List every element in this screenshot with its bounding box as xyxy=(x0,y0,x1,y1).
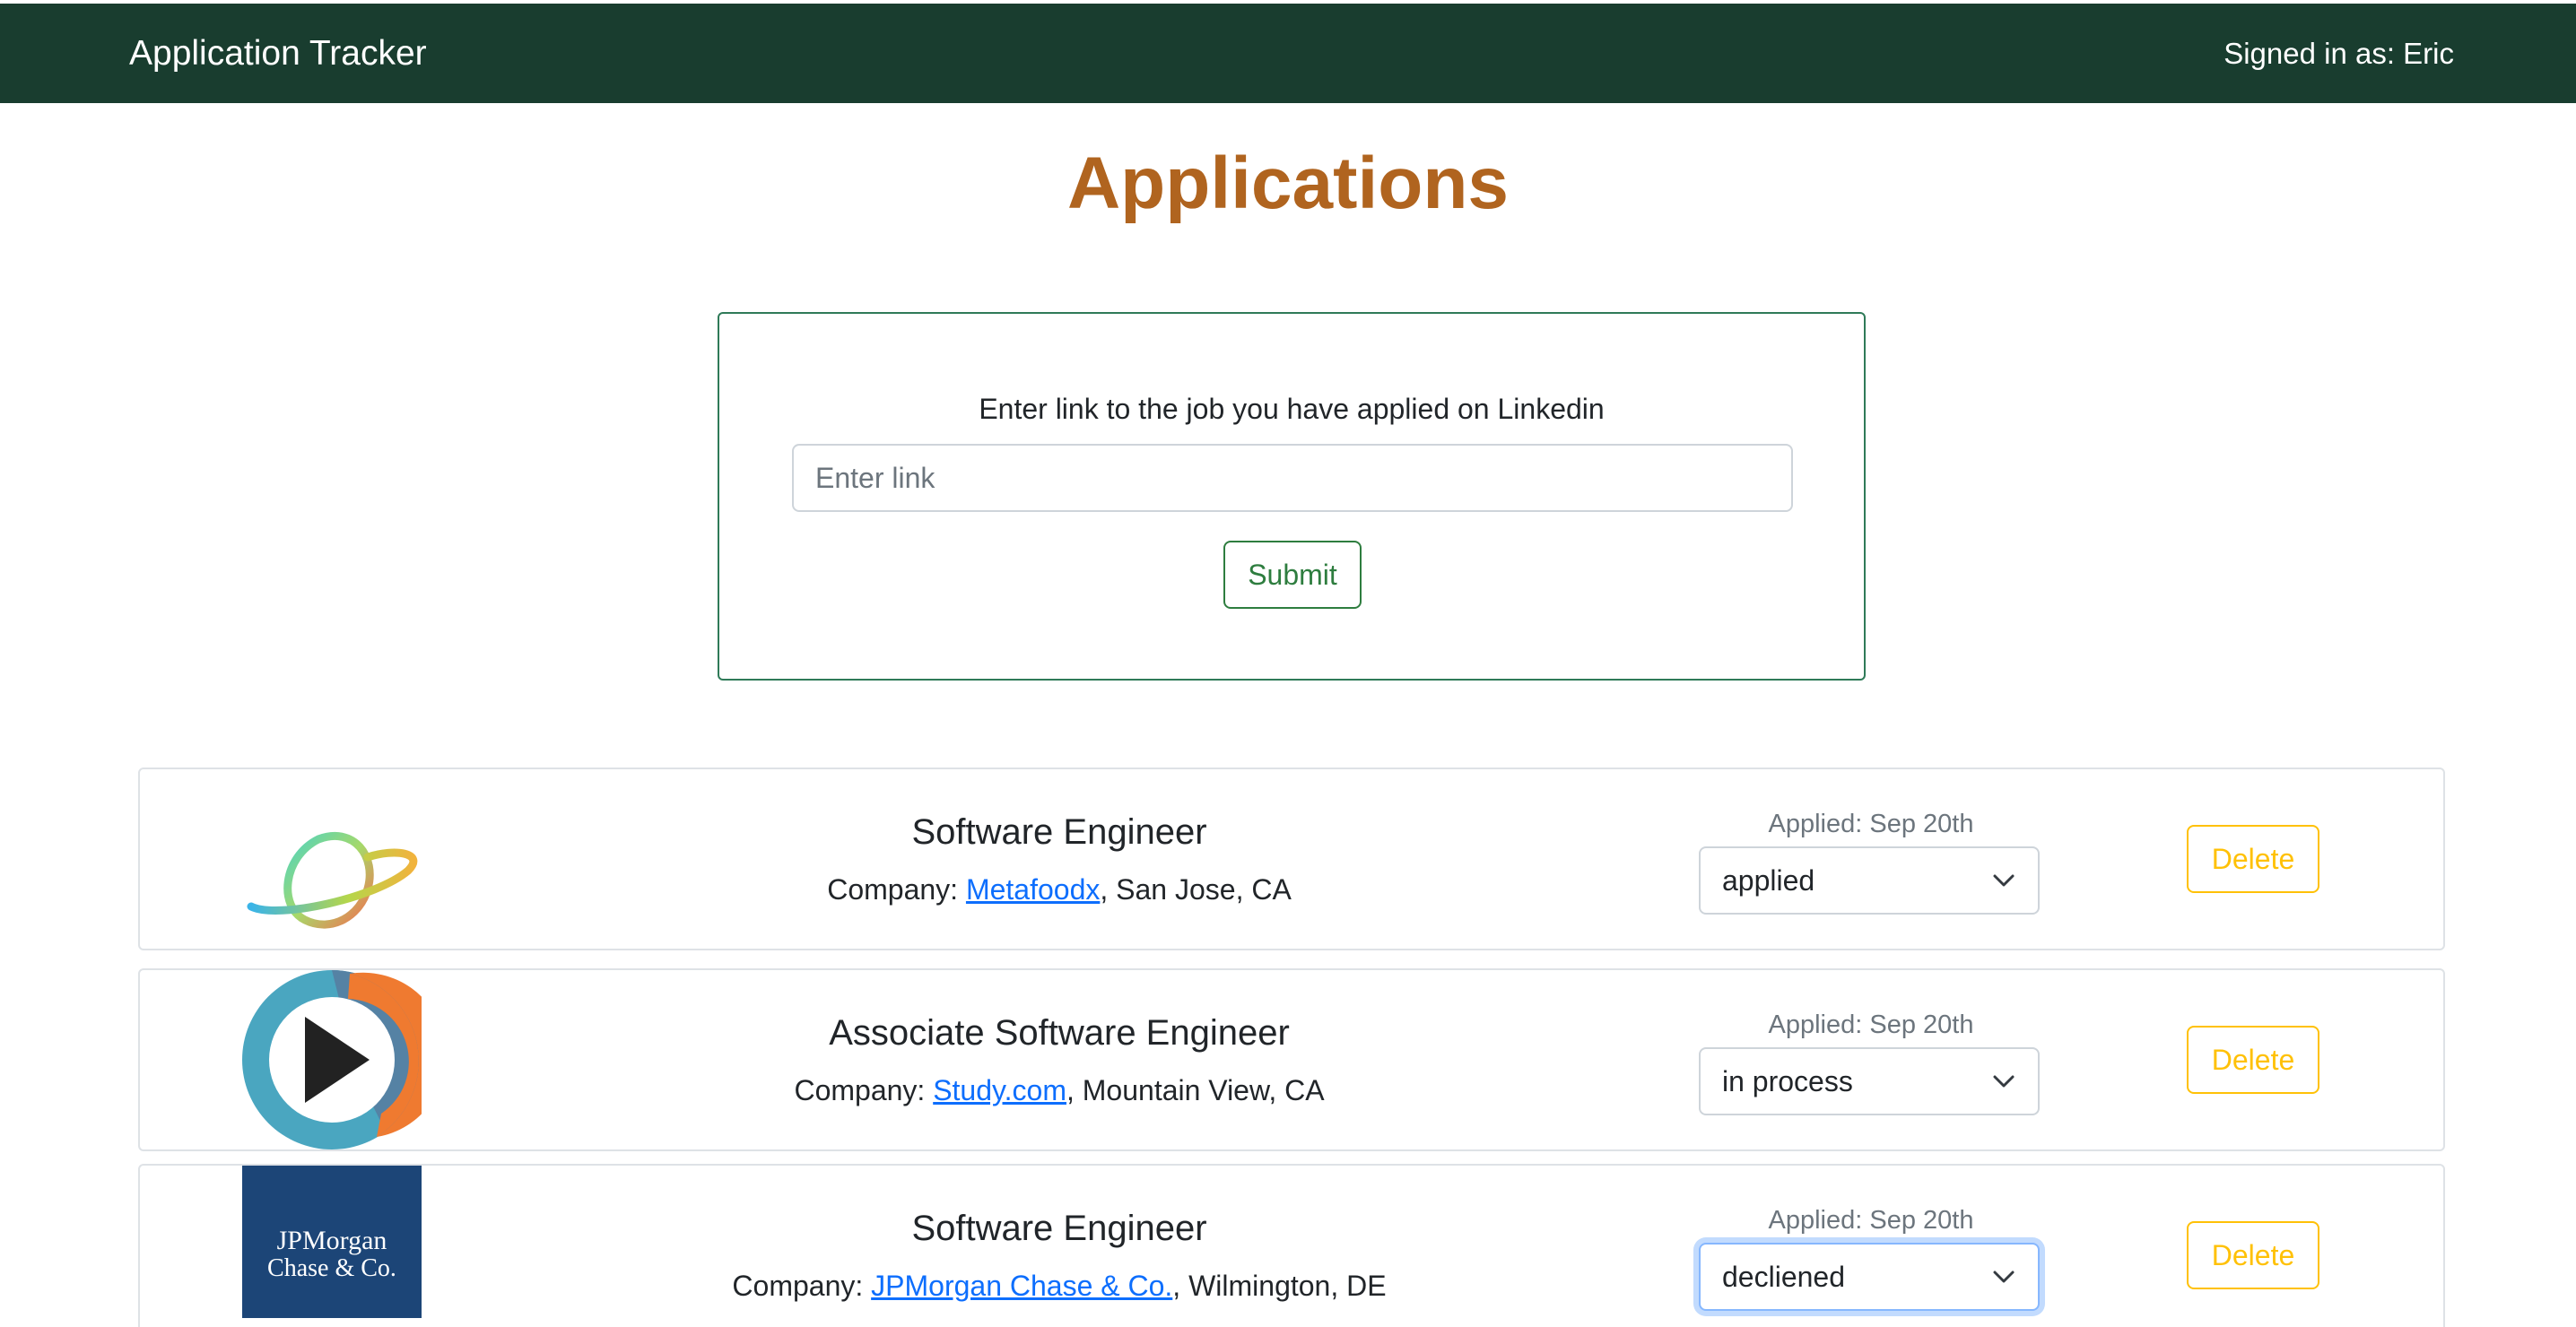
company-location: , San Jose, CA xyxy=(1100,873,1292,906)
company-line: Company: JPMorgan Chase & Co., Wilmingto… xyxy=(678,1268,1440,1304)
brand-link[interactable]: Application Tracker xyxy=(129,4,427,103)
company-location: , Mountain View, CA xyxy=(1066,1074,1325,1106)
company-link[interactable]: JPMorgan Chase & Co. xyxy=(871,1270,1172,1302)
logo-text-line2: Chase & Co. xyxy=(267,1254,396,1282)
metafoodx-planet-logo xyxy=(247,831,418,929)
job-link-input[interactable] xyxy=(792,444,1793,512)
chevron-down-icon xyxy=(1993,1075,2015,1088)
status-select[interactable]: applied xyxy=(1699,846,2040,915)
status-select[interactable]: in process xyxy=(1699,1047,2040,1115)
chevron-down-icon xyxy=(1993,1271,2015,1283)
status-select[interactable]: decliened xyxy=(1699,1243,2040,1311)
company-line: Company: Metafoodx, San Jose, CA xyxy=(678,872,1440,907)
company-prefix: Company: xyxy=(827,873,966,906)
logo-text-line1: JPMorgan xyxy=(276,1226,387,1255)
application-card: JPMorgan Chase & Co. Software Engineer C… xyxy=(138,1164,2445,1327)
applied-date: Applied: Sep 20th xyxy=(1768,810,1974,838)
link-prompt-label: Enter link to the job you have applied o… xyxy=(979,393,1605,425)
application-card: Associate Software Engineer Company: Stu… xyxy=(138,968,2445,1151)
company-line: Company: Study.com, Mountain View, CA xyxy=(678,1072,1440,1108)
status-value: decliened xyxy=(1722,1261,1845,1293)
company-prefix: Company: xyxy=(794,1074,934,1106)
company-location: , Wilmington, DE xyxy=(1172,1270,1387,1302)
page-title: Applications xyxy=(1066,143,1510,224)
application-card: Software Engineer Company: Metafoodx, Sa… xyxy=(138,768,2445,950)
status-value: in process xyxy=(1722,1065,1853,1097)
job-title: Software Engineer xyxy=(911,1209,1207,1248)
jpmorgan-chase-logo: JPMorgan Chase & Co. xyxy=(242,1166,422,1318)
applied-date: Applied: Sep 20th xyxy=(1768,1206,1974,1235)
study-com-play-logo xyxy=(242,970,422,1149)
signed-in-text: Signed in as: Eric xyxy=(2224,37,2454,70)
delete-button[interactable]: Delete xyxy=(2187,1026,2319,1094)
company-link[interactable]: Study.com xyxy=(933,1074,1066,1106)
job-title: Associate Software Engineer xyxy=(829,1013,1290,1053)
company-prefix: Company: xyxy=(732,1270,872,1302)
top-navbar: Application Tracker Signed in as: Eric xyxy=(0,4,2576,103)
job-title: Software Engineer xyxy=(911,812,1207,852)
delete-button[interactable]: Delete xyxy=(2187,1221,2319,1289)
delete-button[interactable]: Delete xyxy=(2187,825,2319,893)
job-link-form: Enter link to the job you have applied o… xyxy=(718,312,1866,681)
submit-button[interactable]: Submit xyxy=(1223,541,1362,609)
company-link[interactable]: Metafoodx xyxy=(966,873,1100,906)
applied-date: Applied: Sep 20th xyxy=(1768,1010,1974,1039)
status-value: applied xyxy=(1722,864,1815,897)
chevron-down-icon xyxy=(1993,874,2015,887)
